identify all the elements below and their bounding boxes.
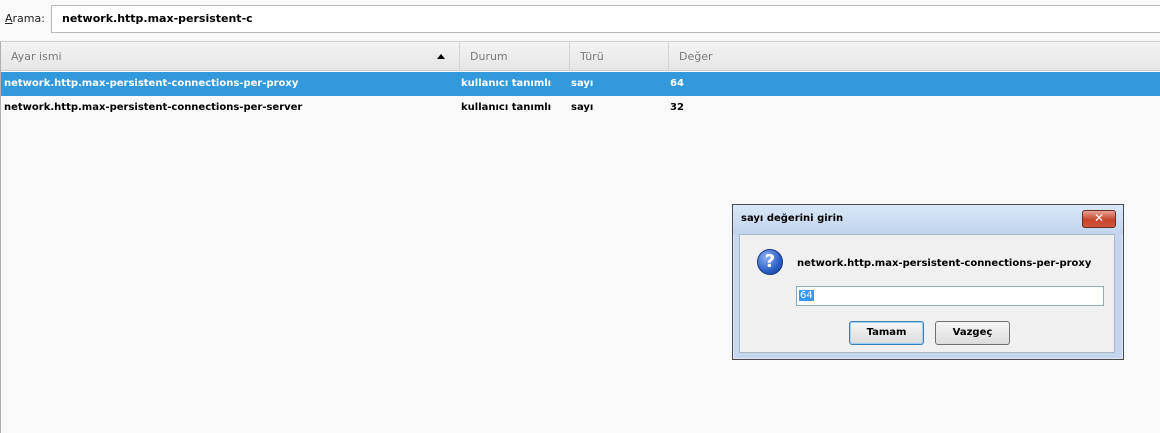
dialog-title: sayı değerini girin — [741, 213, 844, 224]
value-input[interactable]: 64 — [796, 286, 1104, 306]
enter-integer-dialog: sayı değerini girin ✕ ? network.http.max… — [732, 204, 1124, 360]
search-input[interactable]: network.http.max-persistent-c — [51, 5, 1160, 33]
column-header-name-label: Ayar ismi — [11, 50, 62, 63]
column-header-type-label: Türü — [580, 50, 604, 63]
search-label: Arama: — [5, 12, 45, 25]
pref-name-cell: network.http.max-persistent-connections-… — [4, 78, 299, 89]
pref-status-cell: kullanıcı tanımlı — [461, 78, 552, 89]
close-icon: ✕ — [1093, 211, 1105, 225]
table-row[interactable]: network.http.max-persistent-connections-… — [1, 72, 1160, 96]
value-input-text: 64 — [799, 290, 814, 301]
pref-value-cell: 64 — [670, 78, 684, 89]
pref-type-cell: sayı — [571, 78, 594, 89]
dialog-message: network.http.max-persistent-connections-… — [797, 258, 1092, 269]
column-header-type[interactable]: Türü — [570, 42, 669, 71]
search-bar: Arama: network.http.max-persistent-c — [0, 0, 1160, 40]
column-header-value[interactable]: Değer — [669, 42, 1160, 71]
dialog-body: ? network.http.max-persistent-connection… — [739, 234, 1115, 353]
column-header-value-label: Değer — [679, 50, 713, 63]
pref-type-cell: sayı — [571, 102, 594, 113]
dialog-titlebar[interactable]: sayı değerini girin ✕ — [733, 205, 1123, 234]
question-icon: ? — [757, 249, 783, 275]
pref-status-cell: kullanıcı tanımlı — [461, 102, 552, 113]
pref-name-cell: network.http.max-persistent-connections-… — [4, 102, 303, 113]
search-label-accesskey: A — [5, 12, 13, 25]
sort-ascending-icon — [437, 54, 445, 59]
about-config-page: Arama: network.http.max-persistent-c Aya… — [0, 0, 1160, 433]
column-header-name[interactable]: Ayar ismi — [1, 42, 460, 71]
ok-button[interactable]: Tamam — [849, 321, 924, 345]
column-header-status-label: Durum — [470, 50, 508, 63]
tree-header: Ayar ismi Durum Türü Değer — [1, 41, 1160, 71]
table-row[interactable]: network.http.max-persistent-connections-… — [1, 96, 1160, 120]
cancel-button[interactable]: Vazgeç — [935, 321, 1010, 345]
close-button[interactable]: ✕ — [1082, 210, 1116, 228]
column-header-status[interactable]: Durum — [460, 42, 570, 71]
search-label-text: rama: — [12, 12, 45, 25]
pref-value-cell: 32 — [670, 102, 684, 113]
